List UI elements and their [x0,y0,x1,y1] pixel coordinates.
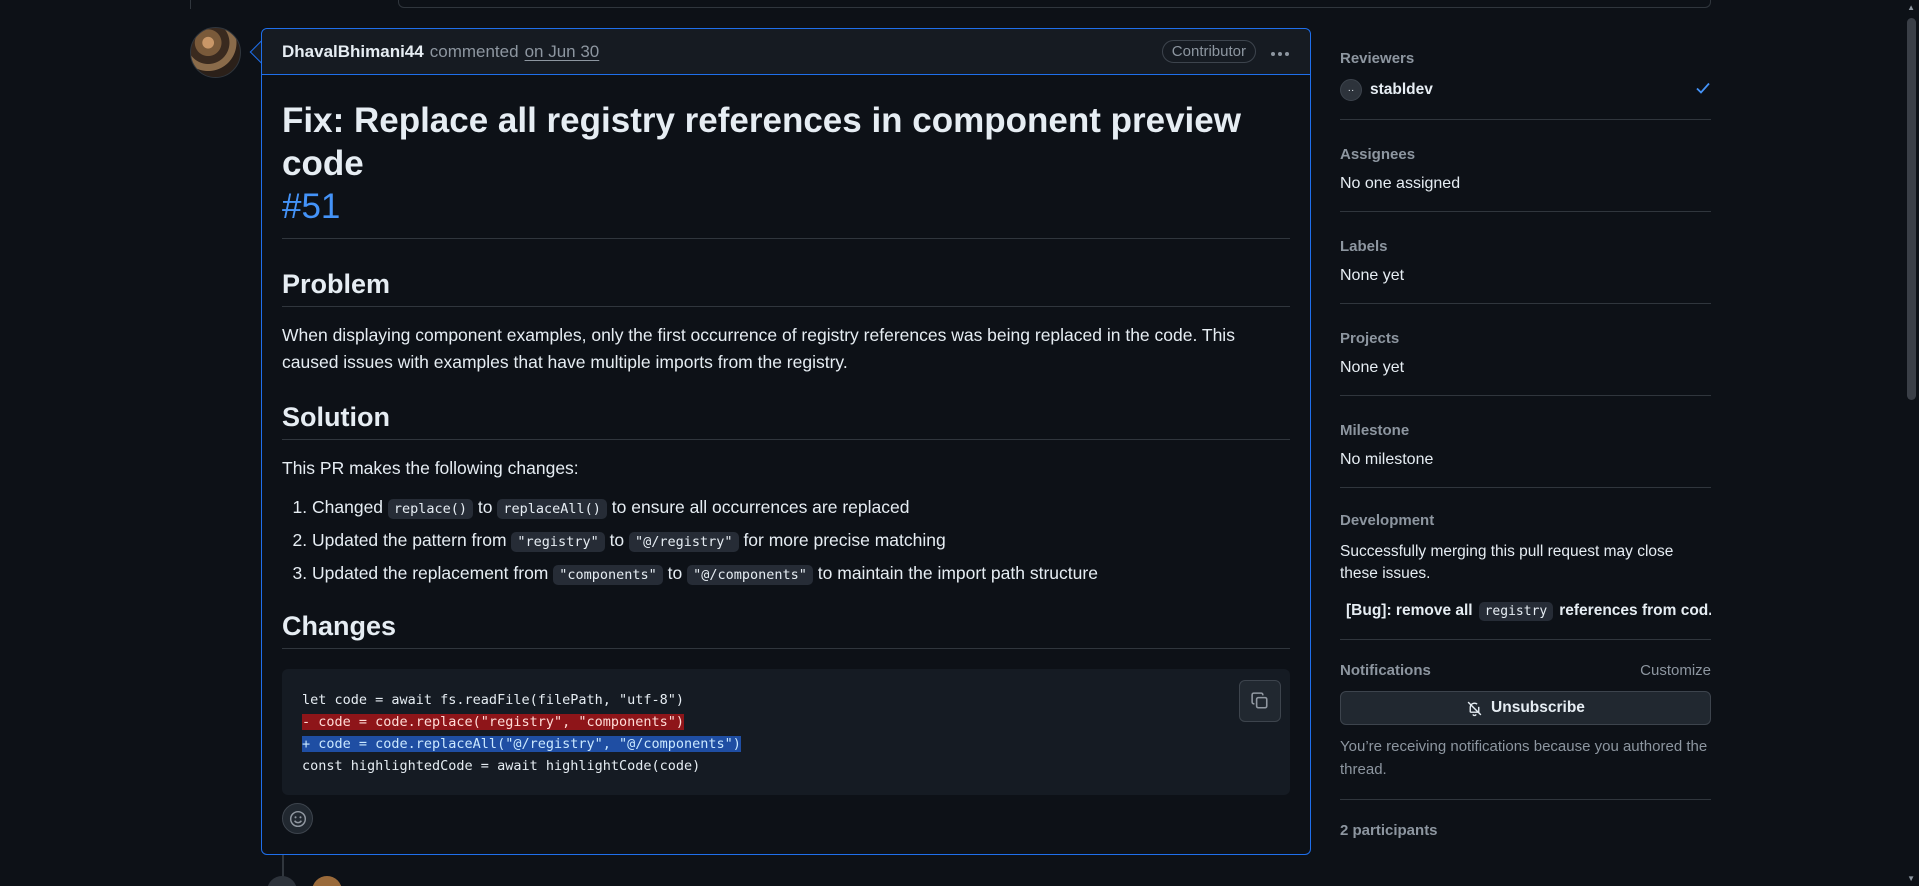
comment-header: DhavalBhimani44 commented on Jun 30 Cont… [262,29,1310,75]
unsubscribe-button[interactable]: Unsubscribe [1340,691,1711,725]
bell-slash-icon [1467,701,1482,716]
scroll-up-icon[interactable]: ▲ [1907,3,1915,12]
timeline-avatar [312,876,342,886]
reviewer-name[interactable]: stabldev [1370,81,1433,99]
timeline-avatar [267,876,297,886]
contributor-badge: Contributor [1161,40,1256,63]
top-box-fragment [398,0,1711,8]
pr-title: Fix: Replace all registry references in … [282,101,1241,183]
participants-title: 2 participants [1340,822,1438,839]
copy-button[interactable] [1239,680,1281,722]
projects-section: Projects None yet [1340,304,1711,396]
copy-icon [1251,692,1268,709]
linked-issue-title-rest[interactable]: references from cod... [1559,602,1711,620]
smiley-icon [289,810,306,827]
milestone-section: Milestone No milestone [1340,396,1711,488]
notifications-section: Notifications Customize Unsubscribe You’… [1340,640,1711,800]
code-line: const highlightedCode = await highlightC… [302,758,701,774]
solution-heading: Solution [282,402,1290,440]
development-title[interactable]: Development [1340,512,1711,529]
author-avatar[interactable] [190,27,241,78]
linked-issue-title[interactable]: [Bug]: remove all [1346,602,1473,620]
page: DhavalBhimani44 commented on Jun 30 Cont… [0,0,1919,886]
scroll-down-icon[interactable]: ▼ [1907,874,1915,883]
code-line-deleted: - code = code.replace("registry", "compo… [302,714,685,730]
milestone-value: No milestone [1340,451,1434,468]
participants-section: 2 participants [1340,800,1711,839]
notifications-note: You’re receiving notifications because y… [1340,738,1708,778]
solution-intro: This PR makes the following changes: [282,458,579,478]
scrollbar-thumb[interactable] [1907,18,1916,400]
pr-number-link[interactable]: #51 [282,185,1290,228]
sidebar: Reviewers ·· stabldev Assignees No one a… [1340,40,1711,851]
kebab-menu-icon[interactable] [1270,40,1290,63]
code-line-added: + code = code.replaceAll("@/registry", "… [302,736,741,752]
linked-issue[interactable]: [Bug]: remove all registry references fr… [1340,601,1711,621]
tab-border [190,0,191,9]
notifications-title: Notifications [1340,662,1431,679]
problem-text: When displaying component examples, only… [282,325,1235,372]
notifications-header: Notifications Customize [1340,662,1711,689]
changes-list: Changed replace() to replaceAll() to ens… [282,492,1290,591]
labels-title[interactable]: Labels [1340,238,1711,255]
assignees-section: Assignees No one assigned [1340,120,1711,212]
changes-heading: Changes [282,611,1290,649]
problem-heading: Problem [282,269,1290,307]
check-icon [1695,80,1711,101]
comment-date-link[interactable]: on Jun 30 [525,42,600,62]
code-line: let code = await fs.readFile(filePath, "… [302,692,685,708]
list-item: Updated the replacement from "components… [312,558,1290,591]
labels-section: Labels None yet [1340,212,1711,304]
development-text: Successfully merging this pull request m… [1340,543,1674,582]
unsubscribe-label: Unsubscribe [1491,699,1585,716]
header-actions: Contributor [1161,40,1290,63]
list-item: Updated the pattern from "registry" to "… [312,525,1290,558]
scrollbar[interactable]: ▲ ▼ [1904,0,1919,886]
pr-title-heading: Fix: Replace all registry references in … [282,99,1290,239]
assignees-value: No one assigned [1340,175,1461,192]
reviewer-row[interactable]: ·· stabldev [1340,79,1711,101]
comment-action: commented [429,41,519,61]
list-item: Changed replace() to replaceAll() to ens… [312,492,1290,525]
development-section: Development Successfully merging this pu… [1340,488,1711,640]
reviewers-title[interactable]: Reviewers [1340,50,1711,67]
milestone-title[interactable]: Milestone [1340,422,1711,439]
labels-value: None yet [1340,267,1405,284]
customize-link[interactable]: Customize [1640,662,1711,679]
linked-issue-code: registry [1478,601,1554,621]
author-link[interactable]: DhavalBhimani44 [282,42,424,62]
code-block: let code = await fs.readFile(filePath, "… [282,669,1290,795]
reviewer-avatar: ·· [1340,79,1362,101]
comment-body: Fix: Replace all registry references in … [262,99,1310,795]
reviewers-section: Reviewers ·· stabldev [1340,40,1711,120]
projects-value: None yet [1340,359,1405,376]
pr-description-comment: DhavalBhimani44 commented on Jun 30 Cont… [261,28,1311,855]
projects-title[interactable]: Projects [1340,330,1711,347]
assignees-title[interactable]: Assignees [1340,146,1711,163]
add-reaction-button[interactable] [282,803,313,834]
